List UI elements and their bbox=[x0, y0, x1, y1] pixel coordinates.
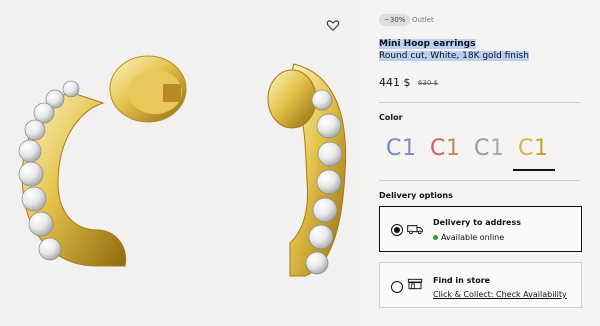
divider bbox=[379, 180, 580, 181]
color-option-blue-silver[interactable]: C1 bbox=[379, 130, 421, 167]
radio-unselected[interactable] bbox=[391, 281, 403, 293]
delivery-option-store[interactable]: Find in store Click & Collect: Check Ava… bbox=[379, 262, 582, 308]
product-image bbox=[18, 55, 347, 277]
discount-badge: −30% bbox=[379, 14, 411, 26]
delivery-option-address[interactable]: Delivery to address Available online bbox=[379, 206, 582, 252]
store-title: Find in store bbox=[433, 276, 491, 285]
color-heading: Color bbox=[379, 113, 403, 122]
radio-selected[interactable] bbox=[391, 224, 403, 236]
store-icon bbox=[407, 278, 423, 290]
product-info-panel: −30% Outlet Mini Hoop earrings Round cut… bbox=[379, 0, 600, 326]
delivery-title: Delivery to address bbox=[433, 218, 521, 227]
heart-icon[interactable] bbox=[326, 18, 340, 32]
product-subtitle: Round cut, White, 18K gold finish bbox=[379, 51, 529, 61]
selected-color-underline bbox=[513, 169, 555, 171]
old-price: 630 $ bbox=[418, 79, 439, 87]
color-selector[interactable]: C1 C1 C1 C1 bbox=[379, 130, 559, 171]
truck-icon bbox=[407, 225, 423, 235]
product-title: Mini Hoop earrings bbox=[379, 39, 476, 49]
current-price: 441 $ bbox=[379, 76, 411, 89]
delivery-status: Available online bbox=[433, 233, 504, 242]
color-option-white-silver[interactable]: C1 bbox=[467, 130, 509, 167]
outlet-label: Outlet bbox=[412, 16, 434, 24]
product-image-panel[interactable] bbox=[0, 0, 359, 326]
green-dot-icon bbox=[433, 235, 438, 240]
color-option-red-gold[interactable]: C1 bbox=[423, 130, 465, 167]
divider bbox=[379, 102, 580, 103]
color-option-white-gold[interactable]: C1 bbox=[511, 130, 553, 167]
delivery-heading: Delivery options bbox=[379, 191, 453, 200]
check-availability-link[interactable]: Click & Collect: Check Availability bbox=[433, 290, 567, 299]
